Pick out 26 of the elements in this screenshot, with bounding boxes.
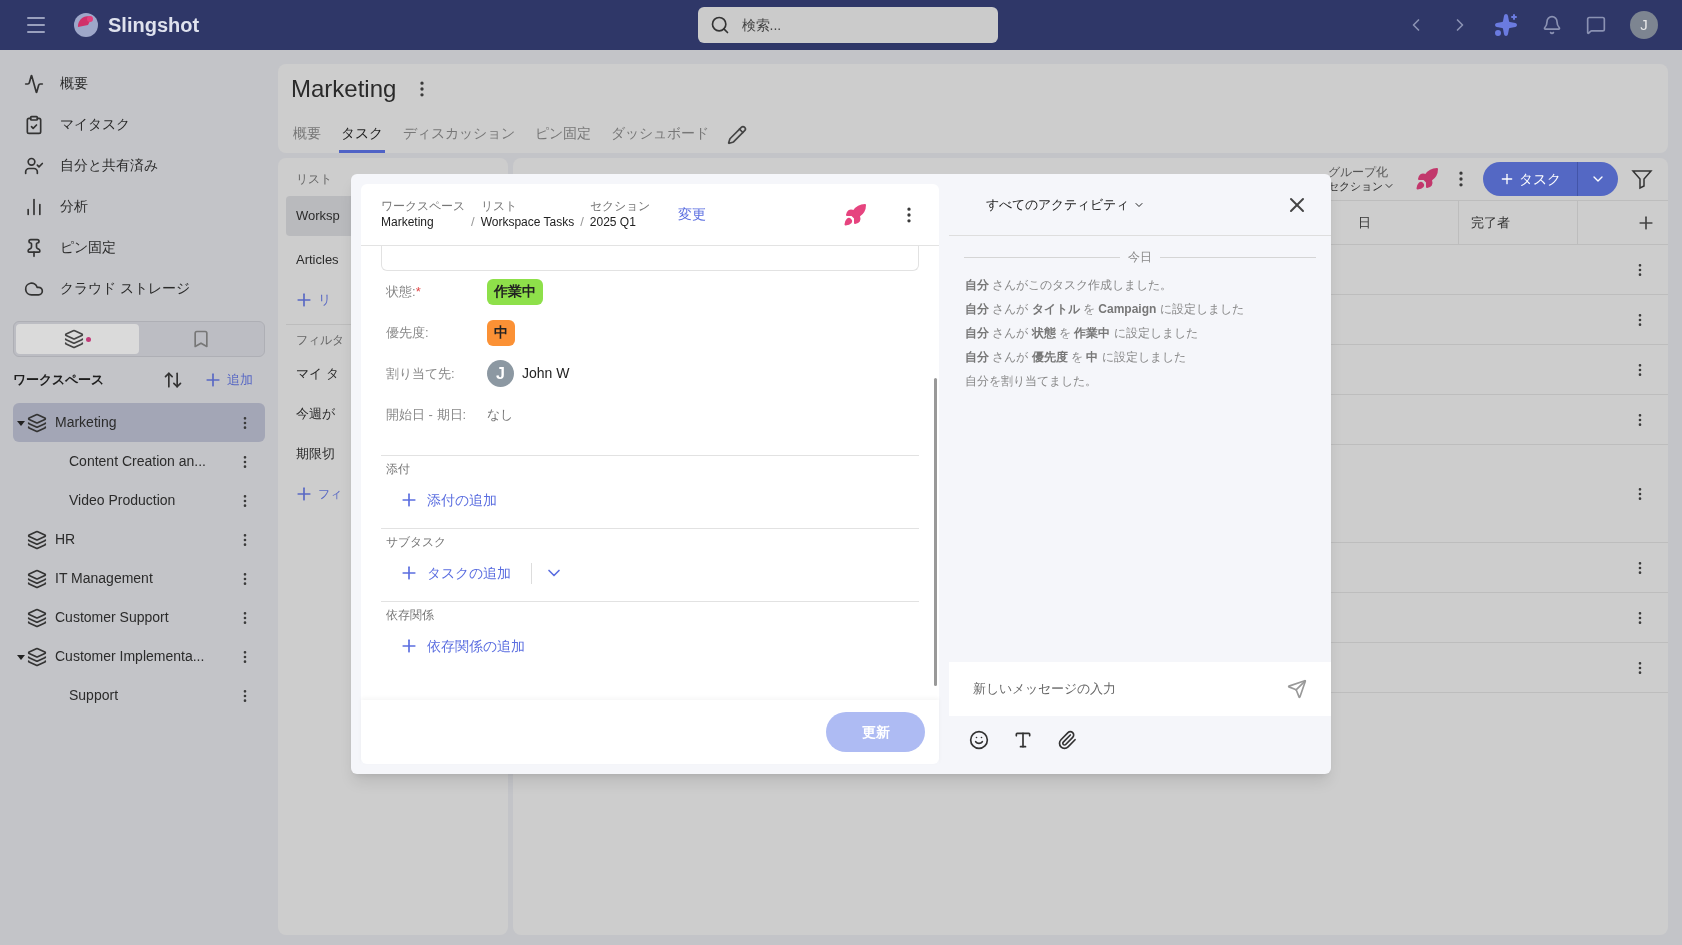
section-title: 依存関係 (385, 607, 435, 624)
assignee-avatar: J (487, 360, 514, 387)
breadcrumb-caption: ワークスペース (381, 198, 465, 213)
activity-entry: 自分 さんが タイトル を Campaign に設定しました (965, 301, 1245, 318)
app-name: Slingshot (108, 13, 200, 38)
section-title: サブタスク (385, 534, 447, 551)
activity-entry: 自分 さんがこのタスク作成しました。 (965, 277, 1174, 294)
field-label: 割り当て先: (385, 364, 456, 383)
list-header: リスト (295, 171, 333, 188)
field-label: 状態:* (385, 282, 422, 301)
column-header: 日 (1357, 213, 1372, 232)
activity-entry: 自分 さんが 状態 を 作業中 に設定しました (965, 325, 1199, 342)
section-title: ワークスペース (13, 371, 105, 390)
group-label: グループ化 (1328, 165, 1389, 179)
field-label: 優先度: (385, 323, 430, 342)
activity-entry: 自分を割り当てました。 (965, 373, 1098, 390)
breadcrumb-caption: リスト (480, 198, 518, 213)
page-title: Marketing (291, 74, 397, 104)
section-title: 添付 (385, 461, 411, 478)
breadcrumb-separator: / (580, 212, 584, 231)
breadcrumb-caption: セクション (589, 198, 650, 213)
day-divider: 今日 (1128, 249, 1152, 266)
activity-entry: 自分 さんが 優先度 を 中 に設定しました (965, 349, 1187, 366)
breadcrumb-separator: / (471, 212, 475, 231)
field-label: 開始日 - 期日: (385, 405, 468, 424)
column-header: 完了者 (1458, 201, 1578, 244)
